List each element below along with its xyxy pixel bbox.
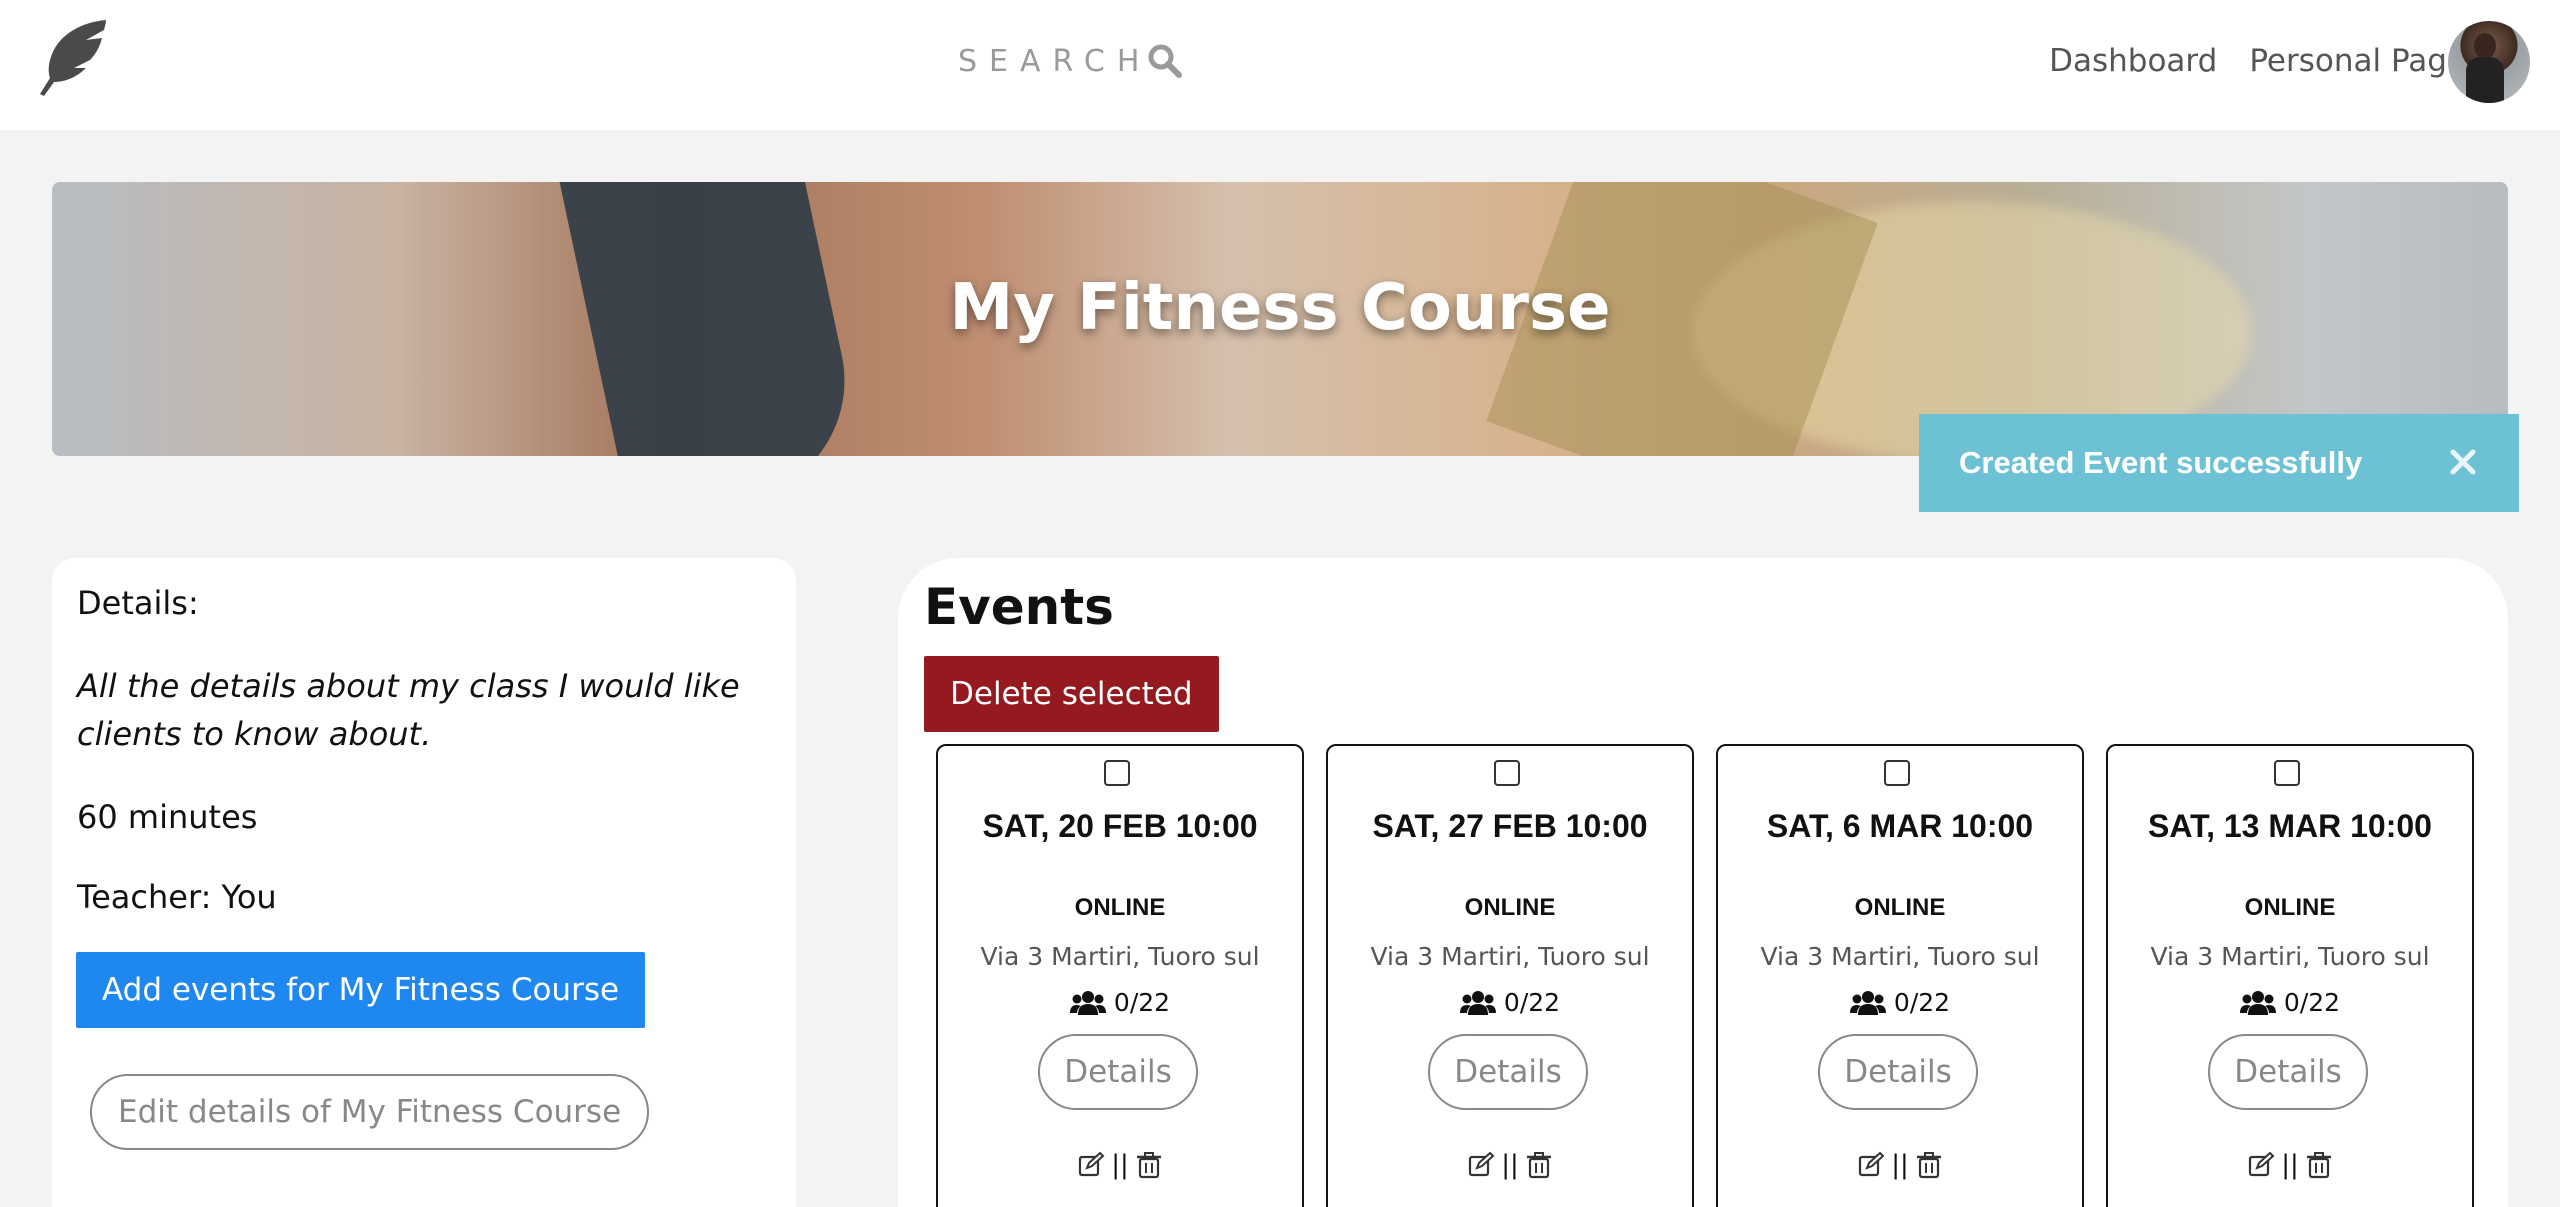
event-address: Via 3 Martiri, Tuoro sul xyxy=(2150,942,2430,971)
event-select-checkbox[interactable] xyxy=(1104,760,1130,786)
edit-icon[interactable] xyxy=(1467,1151,1495,1179)
event-card: SAT, 13 MAR 10:00 ONLINE Via 3 Martiri, … xyxy=(2106,744,2474,1207)
success-toast: Created Event successfully xyxy=(1919,414,2519,512)
action-separator: || xyxy=(1111,1150,1129,1180)
event-details-button[interactable]: Details xyxy=(1428,1034,1588,1110)
event-capacity: 0/22 xyxy=(1328,988,1692,1017)
event-date: SAT, 27 FEB 10:00 xyxy=(1372,808,1648,844)
action-separator: || xyxy=(2281,1150,2299,1180)
search-icon xyxy=(1148,44,1183,78)
event-details-button[interactable]: Details xyxy=(1038,1034,1198,1110)
events-title: Events xyxy=(924,578,1114,636)
event-address: Via 3 Martiri, Tuoro sul xyxy=(1760,942,2040,971)
trash-icon[interactable] xyxy=(1915,1151,1943,1179)
event-mode: ONLINE xyxy=(2244,894,2336,921)
edit-icon[interactable] xyxy=(2247,1151,2275,1179)
top-navbar: SEARCH Dashboard Personal Page xyxy=(0,0,2560,130)
search-label: SEARCH xyxy=(958,43,1152,79)
nav-link-personal-page[interactable]: Personal Page xyxy=(2249,43,2466,79)
event-capacity: 0/22 xyxy=(2108,988,2472,1017)
action-separator: || xyxy=(1891,1150,1909,1180)
event-capacity-value: 0/22 xyxy=(2283,988,2341,1017)
event-actions: || xyxy=(2108,1150,2472,1180)
trash-icon[interactable] xyxy=(1135,1151,1163,1179)
details-label: Details: xyxy=(77,584,199,622)
avatar[interactable] xyxy=(2448,21,2530,103)
action-separator: || xyxy=(1501,1150,1519,1180)
close-icon[interactable] xyxy=(2445,444,2481,480)
event-select-checkbox[interactable] xyxy=(1494,760,1520,786)
event-address: Via 3 Martiri, Tuoro sul xyxy=(1370,942,1650,971)
toast-message: Created Event successfully xyxy=(1959,445,2363,480)
event-mode: ONLINE xyxy=(1074,894,1166,921)
search-button[interactable]: SEARCH xyxy=(958,36,1183,86)
event-capacity: 0/22 xyxy=(1718,988,2082,1017)
event-mode: ONLINE xyxy=(1854,894,1946,921)
event-date: SAT, 13 MAR 10:00 xyxy=(2148,808,2432,844)
trash-icon[interactable] xyxy=(1525,1151,1553,1179)
nav-links: Dashboard Personal Page xyxy=(2049,36,2466,86)
event-actions: || xyxy=(938,1150,1302,1180)
events-panel: Events Delete selected SAT, 20 FEB 10:00… xyxy=(898,558,2508,1207)
course-description: All the details about my class I would l… xyxy=(77,667,740,753)
event-card: SAT, 6 MAR 10:00 ONLINE Via 3 Martiri, T… xyxy=(1716,744,2084,1207)
users-icon xyxy=(1849,990,1886,1015)
event-card: SAT, 20 FEB 10:00 ONLINE Via 3 Martiri, … xyxy=(936,744,1304,1207)
course-details-card: Details: All the details about my class … xyxy=(52,558,796,1207)
event-details-button[interactable]: Details xyxy=(1818,1034,1978,1110)
add-events-button[interactable]: Add events for My Fitness Course xyxy=(76,952,646,1028)
event-details-button[interactable]: Details xyxy=(2208,1034,2368,1110)
event-select-checkbox[interactable] xyxy=(1884,760,1910,786)
event-capacity-value: 0/22 xyxy=(1113,988,1171,1017)
edit-details-button[interactable]: Edit details of My Fitness Course xyxy=(90,1074,650,1150)
event-actions: || xyxy=(1328,1150,1692,1180)
event-date: SAT, 20 FEB 10:00 xyxy=(982,808,1258,844)
users-icon xyxy=(1069,990,1106,1015)
trash-icon[interactable] xyxy=(2305,1151,2333,1179)
event-date: SAT, 6 MAR 10:00 xyxy=(1766,808,2034,844)
edit-icon[interactable] xyxy=(1857,1151,1885,1179)
delete-selected-button[interactable]: Delete selected xyxy=(924,656,1219,732)
feather-logo-icon[interactable] xyxy=(30,16,114,100)
event-capacity-value: 0/22 xyxy=(1503,988,1561,1017)
edit-icon[interactable] xyxy=(1077,1151,1105,1179)
event-select-checkbox[interactable] xyxy=(2274,760,2300,786)
users-icon xyxy=(1459,990,1496,1015)
course-duration: 60 minutes xyxy=(77,798,258,836)
event-address: Via 3 Martiri, Tuoro sul xyxy=(980,942,1260,971)
event-card: SAT, 27 FEB 10:00 ONLINE Via 3 Martiri, … xyxy=(1326,744,1694,1207)
course-teacher: Teacher: You xyxy=(77,878,277,916)
nav-link-dashboard[interactable]: Dashboard xyxy=(2049,43,2217,79)
event-actions: || xyxy=(1718,1150,2082,1180)
event-capacity: 0/22 xyxy=(938,988,1302,1017)
users-icon xyxy=(2239,990,2276,1015)
event-capacity-value: 0/22 xyxy=(1893,988,1951,1017)
event-mode: ONLINE xyxy=(1464,894,1556,921)
